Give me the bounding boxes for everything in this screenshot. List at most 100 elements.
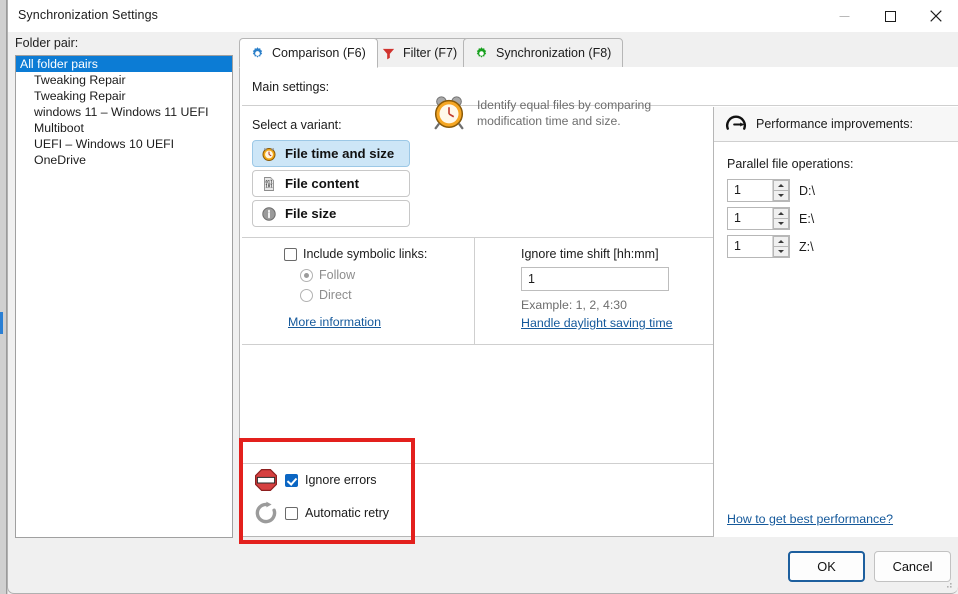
folder-pair-item[interactable]: All folder pairs (16, 56, 232, 72)
maximize-button[interactable] (867, 0, 913, 32)
time-shift-example: Example: 1, 2, 4:30 (521, 298, 627, 312)
parallel-spinner-d[interactable]: 1 (727, 179, 790, 202)
chevron-up-icon (778, 212, 784, 215)
radio-button[interactable] (300, 268, 313, 282)
drive-label: E:\ (799, 211, 815, 226)
tab-synchronization[interactable]: Synchronization (F8) (463, 38, 624, 68)
parallel-row-d[interactable]: 1 D:\ (727, 179, 815, 202)
background-window-edge (0, 312, 3, 334)
blue-gear-icon (252, 46, 263, 58)
window-title: Synchronization Settings (18, 8, 158, 22)
ignore-time-shift-label: Ignore time shift [hh:mm] (521, 247, 659, 261)
automatic-retry-row[interactable]: Automatic retry (254, 501, 389, 525)
folder-pair-item[interactable]: Tweaking Repair (16, 72, 232, 88)
variant-file-content[interactable]: 011 101 File content (252, 170, 410, 197)
symlink-option-direct[interactable]: Direct (300, 288, 352, 302)
binary-file-icon: 011 101 (264, 176, 274, 191)
spinner-up-button[interactable] (773, 236, 789, 246)
tab-bar: Comparison (F6) Filter (F7) Synchronizat… (239, 38, 958, 68)
parallel-row-z[interactable]: 1 Z:\ (727, 235, 814, 258)
parallel-spinner-z[interactable]: 1 (727, 235, 790, 258)
symlink-option-follow[interactable]: Follow (300, 268, 355, 282)
window-controls (821, 0, 958, 32)
radio-label: Follow (319, 268, 356, 282)
ignore-errors-row[interactable]: Ignore errors (254, 468, 377, 492)
detail-vertical-divider (474, 238, 475, 344)
minimize-button[interactable] (821, 0, 867, 32)
drive-label: D:\ (799, 183, 815, 198)
svg-text:101: 101 (265, 183, 273, 188)
checkbox-label: Include symbolic links: (303, 247, 428, 261)
close-button[interactable] (913, 0, 958, 32)
variant-label: File time and size (285, 146, 395, 161)
parallel-spinner-e[interactable]: 1 (727, 207, 790, 230)
chevron-down-icon (778, 194, 784, 197)
spinner-value[interactable]: 1 (728, 208, 772, 229)
gray-size-icon (262, 206, 276, 221)
ignore-time-shift-input[interactable]: 1 (521, 267, 669, 291)
stop-sign-icon (255, 469, 277, 491)
checkbox-label: Automatic retry (305, 506, 390, 520)
radio-button[interactable] (300, 288, 313, 302)
chevron-up-icon (778, 240, 784, 243)
tab-label: Synchronization (F8) (496, 46, 612, 60)
spinner-down-button[interactable] (773, 246, 789, 257)
more-information-link[interactable]: More information (288, 315, 381, 329)
performance-panel: Performance improvements: Parallel file … (713, 107, 958, 537)
cancel-button[interactable]: Cancel (874, 551, 951, 582)
drive-label: Z:\ (799, 239, 814, 254)
spinner-arrows[interactable] (772, 180, 789, 201)
chevron-down-icon (778, 250, 784, 253)
close-icon (930, 10, 942, 22)
folder-pair-item[interactable]: Tweaking Repair (16, 88, 232, 104)
select-variant-label: Select a variant: (252, 118, 342, 132)
variant-label: File size (285, 206, 337, 221)
ok-button[interactable]: OK (788, 551, 865, 582)
spinner-arrows[interactable] (772, 236, 789, 257)
folder-pair-item[interactable]: OneDrive (16, 152, 232, 168)
folder-pair-item[interactable]: Multiboot (16, 120, 232, 136)
performance-header: Performance improvements: (714, 107, 958, 142)
folder-pair-item[interactable]: UEFI – Windows 10 UEFI (16, 136, 232, 152)
spinner-value[interactable]: 1 (728, 180, 772, 201)
checkbox-box[interactable] (285, 506, 298, 520)
radio-label: Direct (319, 288, 352, 302)
performance-title: Performance improvements: (756, 117, 914, 131)
folder-pair-item[interactable]: windows 11 – Windows 11 UEFI (16, 104, 232, 120)
variant-hint-text: Identify equal files by comparing modifi… (477, 98, 652, 128)
spinner-value[interactable]: 1 (728, 236, 772, 257)
spinner-down-button[interactable] (773, 190, 789, 201)
best-performance-link[interactable]: How to get best performance? (727, 512, 893, 526)
spinner-up-button[interactable] (773, 180, 789, 190)
green-gear-icon (476, 46, 487, 58)
main-settings-label: Main settings: (252, 80, 330, 94)
handle-daylight-saving-link[interactable]: Handle daylight saving time (521, 316, 673, 330)
screen: Synchronization Settings Folder pair: Al… (0, 0, 958, 594)
minimize-icon (839, 15, 849, 17)
synchronization-settings-dialog: Synchronization Settings Folder pair: Al… (7, 0, 958, 594)
resize-grip-icon[interactable] (942, 578, 954, 590)
title-bar: Synchronization Settings (8, 0, 958, 32)
parallel-row-e[interactable]: 1 E:\ (727, 207, 814, 230)
parallel-operations-label: Parallel file operations: (727, 157, 854, 171)
folder-pair-label: Folder pair: (15, 36, 79, 50)
checkbox-box[interactable] (285, 473, 298, 487)
spinner-down-button[interactable] (773, 218, 789, 229)
checkbox-box[interactable] (284, 247, 297, 261)
variant-label: File content (285, 176, 359, 191)
folder-pair-list[interactable]: All folder pairs Tweaking Repair Tweakin… (15, 55, 233, 538)
red-funnel-icon (382, 48, 395, 59)
variant-file-size[interactable]: File size (252, 200, 410, 227)
variant-file-time-and-size[interactable]: File time and size (252, 140, 410, 167)
checkbox-label: Ignore errors (305, 473, 377, 487)
include-symbolic-links-checkbox[interactable]: Include symbolic links: (284, 247, 427, 261)
tab-filter[interactable]: Filter (F7) (370, 38, 470, 68)
chevron-up-icon (778, 184, 784, 187)
orange-clock-icon (262, 147, 276, 161)
spinner-arrows[interactable] (772, 208, 789, 229)
tab-comparison[interactable]: Comparison (F6) (239, 38, 378, 68)
spinner-up-button[interactable] (773, 208, 789, 218)
chevron-down-icon (778, 222, 784, 225)
retry-arrow-icon (255, 501, 277, 524)
tab-label: Comparison (F6) (272, 46, 366, 60)
